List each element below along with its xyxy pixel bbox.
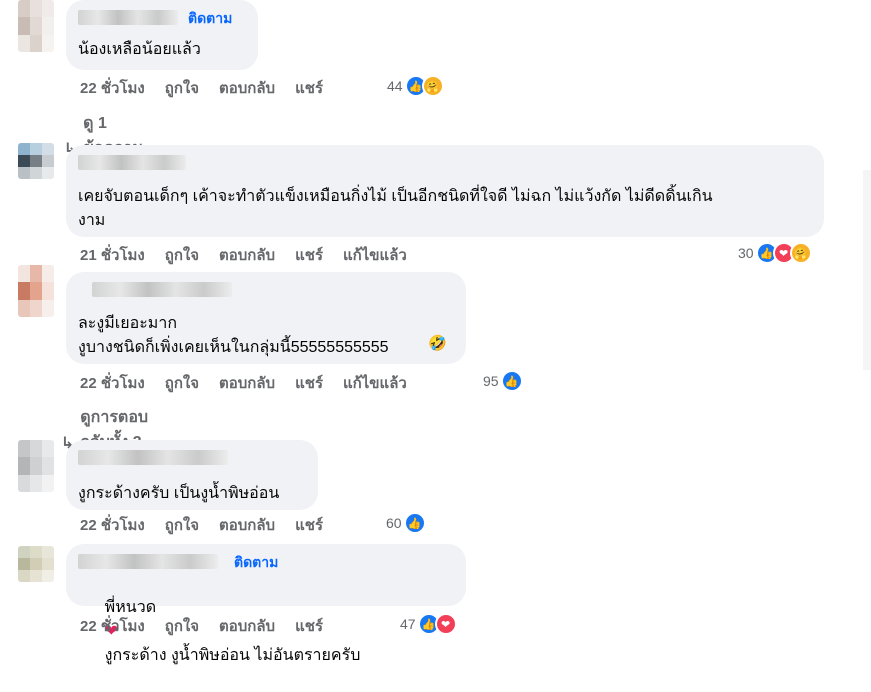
author-row — [78, 153, 812, 171]
comment-text-part-2: งูกระด้าง งูน้ำพิษอ่อน ไม่อันตรายครับ — [104, 647, 361, 664]
share-button[interactable]: แชร์ — [295, 243, 323, 267]
avatar[interactable] — [18, 143, 54, 179]
timestamp[interactable]: 22 ชั่วโมง — [80, 614, 145, 638]
author-name-blurred[interactable] — [78, 450, 228, 465]
reaction-summary[interactable]: 60 👍 — [386, 512, 426, 534]
share-button[interactable]: แชร์ — [295, 76, 323, 100]
comment-text: เคยจับตอนเด็กๆ เค้าจะทำตัวแข็งเหมือนกิ่ง… — [78, 188, 713, 229]
comment-actions: 22 ชั่วโมง ถูกใจ ตอบกลับ แชร์ — [80, 614, 343, 638]
follow-link[interactable]: ติดตาม — [234, 552, 278, 574]
reaction-count: 30 — [738, 245, 754, 261]
comment-bubble: ติดตาม น้องเหลือน้อยแล้ว — [66, 0, 258, 70]
comment-bubble: ติดตาม พี่หนวด ❤ งูกระด้าง งูน้ำพิษอ่อน … — [66, 544, 466, 664]
author-name-blurred[interactable] — [78, 554, 218, 569]
comment-actions: 22 ชั่วโมง ถูกใจ ตอบกลับ แชร์ แก้ไขแล้ว — [80, 371, 427, 395]
comment-bubble: เคยจับตอนเด็กๆ เค้าจะทำตัวแข็งเหมือนกิ่ง… — [66, 145, 824, 237]
reaction-count: 47 — [400, 616, 416, 632]
reply-button[interactable]: ตอบกลับ — [219, 614, 275, 638]
like-button[interactable]: ถูกใจ — [165, 614, 199, 638]
reaction-count: 95 — [483, 373, 499, 389]
like-button[interactable]: ถูกใจ — [165, 243, 199, 267]
comment-text: งูกระด้างครับ เป็นงูน้ำพิษอ่อน — [78, 485, 280, 502]
scrollbar[interactable] — [863, 170, 871, 370]
comment-text: น้องเหลือน้อยแล้ว — [78, 41, 201, 58]
love-reaction-icon: ❤ — [434, 613, 457, 635]
reaction-summary[interactable]: 30 👍 ❤ 🤗 — [738, 242, 812, 264]
laughing-emoji-icon: 🤣 — [428, 335, 447, 352]
edited-label: แก้ไขแล้ว — [343, 375, 407, 392]
avatar[interactable] — [18, 265, 54, 317]
care-reaction-icon: 🤗 — [789, 242, 812, 264]
reaction-count: 60 — [386, 515, 402, 531]
share-button[interactable]: แชร์ — [295, 614, 323, 638]
like-reaction-icon: 👍 — [403, 512, 426, 534]
timestamp[interactable]: 22 ชั่วโมง — [80, 513, 145, 537]
avatar[interactable] — [18, 440, 54, 492]
timestamp[interactable]: 21 ชั่วโมง — [80, 243, 145, 267]
like-button[interactable]: ถูกใจ — [165, 76, 199, 100]
avatar[interactable] — [18, 0, 54, 52]
author-row — [78, 280, 454, 298]
care-reaction-icon: 🤗 — [421, 75, 444, 97]
reaction-summary[interactable]: 95 👍 — [483, 370, 523, 392]
comment-actions: 22 ชั่วโมง ถูกใจ ตอบกลับ แชร์ — [80, 76, 343, 100]
avatar[interactable] — [18, 546, 54, 582]
like-button[interactable]: ถูกใจ — [165, 371, 199, 395]
reaction-summary[interactable]: 47 👍 ❤ — [400, 613, 457, 635]
author-name-blurred[interactable] — [78, 155, 186, 170]
author-row: ติดตาม — [78, 8, 246, 26]
follow-link[interactable]: ติดตาม — [188, 8, 232, 30]
reply-button[interactable]: ตอบกลับ — [219, 371, 275, 395]
comment-bubble: งูกระด้างครับ เป็นงูน้ำพิษอ่อน — [66, 440, 318, 510]
reply-button[interactable]: ตอบกลับ — [219, 76, 275, 100]
reaction-summary[interactable]: 44 👍 🤗 — [387, 75, 444, 97]
reply-button[interactable]: ตอบกลับ — [219, 513, 275, 537]
like-reaction-icon: 👍 — [500, 370, 523, 392]
author-row — [78, 448, 306, 466]
comment-text: ละงูมีเยอะมาก งูบางชนิดก็เพิ่งเคยเห็นในก… — [78, 315, 389, 356]
author-row: ติดตาม — [78, 552, 454, 570]
author-name-blurred[interactable] — [78, 10, 178, 25]
comment-bubble: ละงูมีเยอะมาก งูบางชนิดก็เพิ่งเคยเห็นในก… — [66, 272, 466, 364]
share-button[interactable]: แชร์ — [295, 371, 323, 395]
share-button[interactable]: แชร์ — [295, 513, 323, 537]
comment-actions: 22 ชั่วโมง ถูกใจ ตอบกลับ แชร์ — [80, 513, 343, 537]
timestamp[interactable]: 22 ชั่วโมง — [80, 76, 145, 100]
author-name-blurred[interactable] — [92, 282, 232, 297]
comment-actions: 21 ชั่วโมง ถูกใจ ตอบกลับ แชร์ แก้ไขแล้ว — [80, 243, 427, 267]
reply-button[interactable]: ตอบกลับ — [219, 243, 275, 267]
like-button[interactable]: ถูกใจ — [165, 513, 199, 537]
reaction-count: 44 — [387, 78, 403, 94]
timestamp[interactable]: 22 ชั่วโมง — [80, 371, 145, 395]
edited-label: แก้ไขแล้ว — [343, 247, 407, 264]
